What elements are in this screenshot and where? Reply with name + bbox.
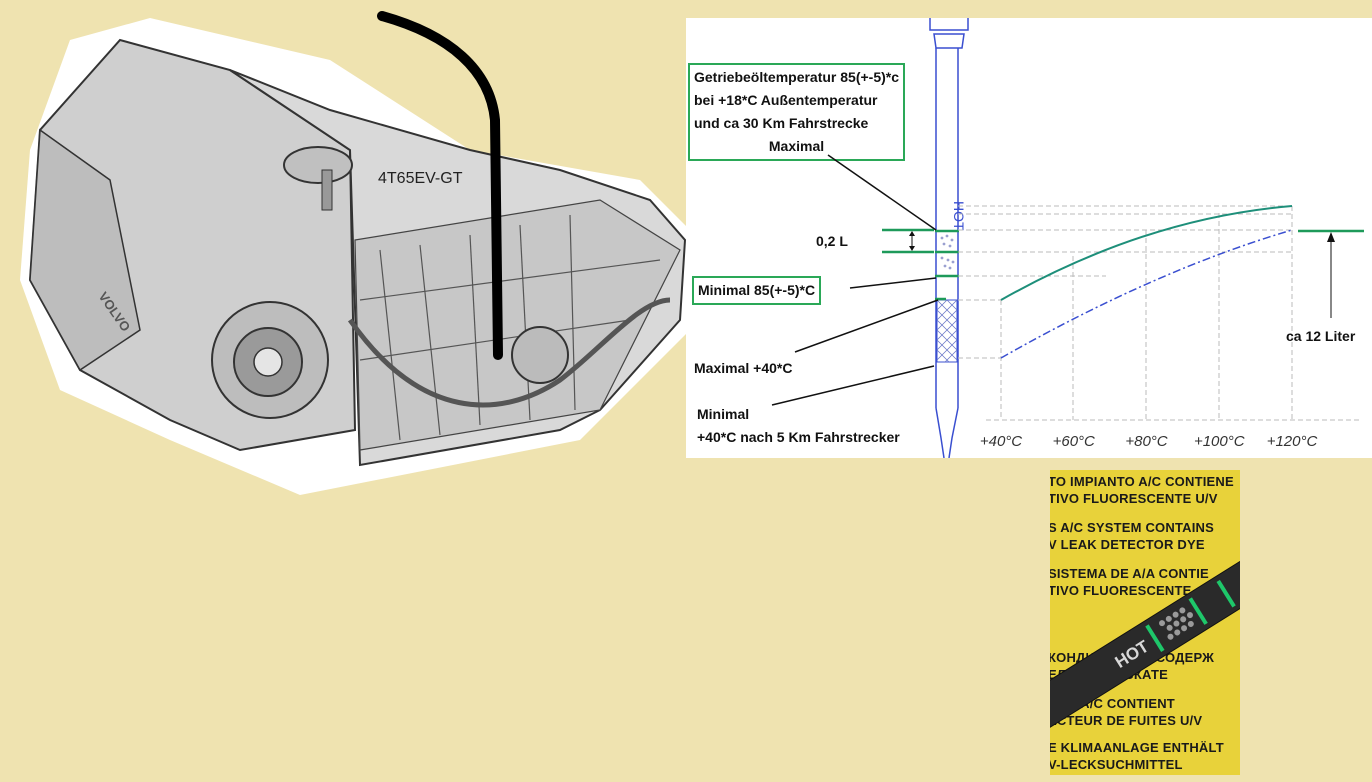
model-label: 4T65EV-GT: [378, 170, 463, 187]
min-hot-callout: Minimal 85(+-5)*C: [692, 276, 822, 305]
hot-level-curve: [1000, 205, 1293, 301]
photo-dipstick-blade: [1050, 537, 1240, 733]
x-tick-label: +60°C: [1053, 433, 1095, 450]
callout-line-4: Maximal: [768, 138, 825, 154]
x-tick-label: +120°C: [1267, 433, 1318, 450]
min-cold-label-1: Minimal: [697, 406, 750, 422]
max-hot-callout: Getriebeöltemperatur 85(+-5)*c bei +18*C…: [688, 63, 906, 161]
level-marks: [935, 229, 959, 301]
min-cold-label-2: +40*C nach 5 Km Fahrstrecker: [697, 429, 900, 445]
max-cold-label: Maximal +40*C: [694, 360, 793, 376]
dipstick-photo: TO IMPIANTO A/C CONTIENE TIVO FLUORESCEN…: [1050, 470, 1240, 775]
x-tick-label: +40°C: [980, 433, 1022, 450]
dipstick-grip: [933, 33, 965, 49]
transmission-illustration: VOLVO 4T65EV-GT: [0, 0, 690, 500]
transmission-drawing: VOLVO: [20, 11, 690, 495]
fill-cap: [283, 146, 353, 184]
x-tick-label: +100°C: [1194, 433, 1245, 450]
capacity-arrow-head: [1327, 232, 1335, 242]
valve-body: [354, 199, 681, 451]
dipstick-tip: [935, 407, 959, 459]
shaft-center: [253, 347, 283, 377]
dipstick: HOT: [929, 18, 969, 459]
callout-line-2: bei +18*C Außentemperatur: [694, 92, 878, 108]
callout-line-1: Getriebeöltemperatur 85(+-5)*c: [694, 69, 900, 85]
guide-lines: [958, 205, 1293, 420]
photo-dipstick-overlay: HOT: [1050, 537, 1240, 733]
capacity-label: ca 12 Liter: [1286, 328, 1356, 344]
volume-bracket: [882, 228, 934, 254]
speed-sensor: [511, 326, 569, 384]
fill-neck: [321, 169, 333, 211]
x-tick-labels: +40°C +60°C +80°C +100°C +120°C: [980, 433, 1318, 450]
x-tick-label: +80°C: [1125, 433, 1167, 450]
callout-line-3: und ca 30 Km Fahrstrecke: [694, 115, 869, 131]
volume-diff-label: 0,2 L: [816, 233, 848, 249]
dipstick-handle: [929, 18, 969, 31]
